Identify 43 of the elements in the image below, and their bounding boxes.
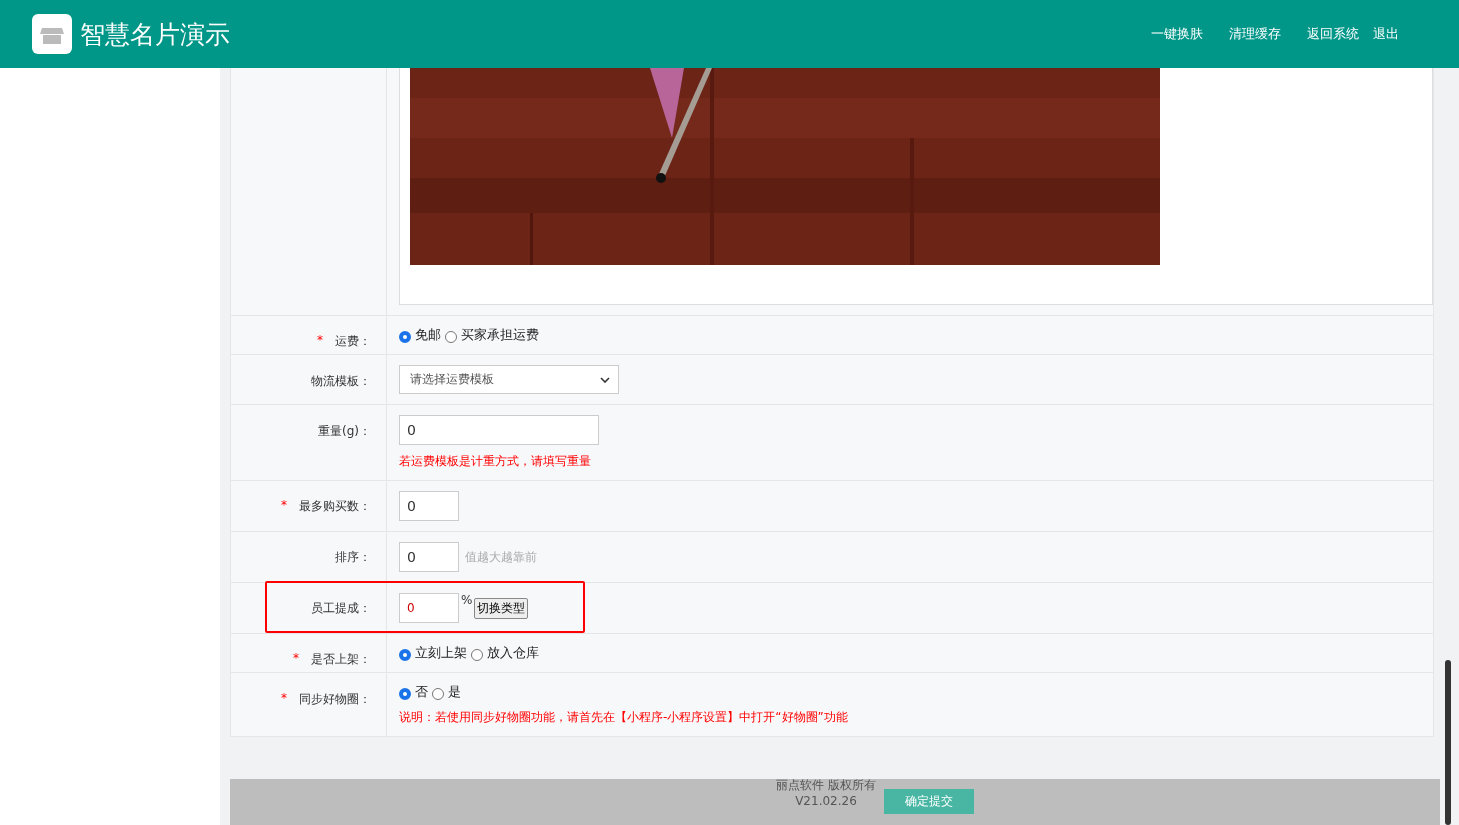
radio-label: 是 [448, 683, 461, 701]
header-link[interactable]: 一键换肤 [1151, 25, 1203, 43]
radio-label: 否 [415, 683, 428, 701]
radio-label: 放入仓库 [487, 644, 539, 662]
field-label: 运费： [335, 333, 371, 350]
input-field[interactable]: 0 [399, 542, 459, 572]
field-label: 同步好物圈： [299, 691, 371, 708]
switch-type-button[interactable]: 切换类型 [474, 597, 529, 619]
chevron-down-icon [600, 376, 610, 383]
radio-button[interactable] [471, 649, 483, 661]
field-label: 重量(g)： [318, 423, 371, 440]
field-label: 员工提成： [311, 600, 371, 617]
logo-icon [32, 14, 72, 54]
field-label: 是否上架： [311, 651, 371, 668]
radio-button[interactable] [399, 688, 411, 700]
copyright-text: 丽点软件 版权所有 [776, 777, 876, 794]
required-mark: * [293, 651, 299, 667]
radio-label: 免邮 [415, 326, 441, 344]
radio-button[interactable] [432, 688, 444, 700]
radio-button[interactable] [445, 331, 457, 343]
required-mark: * [281, 498, 287, 514]
radio-label: 立刻上架 [415, 644, 467, 662]
input-field[interactable]: 0 [399, 491, 459, 521]
input-field[interactable]: 0 [399, 415, 599, 445]
field-note: 若运费模板是计重方式，请填写重量 [399, 453, 592, 470]
radio-button[interactable] [399, 331, 411, 343]
unit-label: % [461, 593, 473, 607]
field-note: 说明：若使用同步好物圈功能，请首先在【小程序-小程序设置】中打开“好物圈”功能 [399, 709, 849, 726]
field-label: 物流模板： [311, 373, 371, 390]
radio-label: 买家承担运费 [461, 326, 539, 344]
field-label: 排序： [335, 549, 371, 566]
input-field[interactable]: 0 [399, 593, 459, 623]
required-mark: * [317, 333, 323, 349]
header-link[interactable]: 清理缓存 [1229, 25, 1281, 43]
select-field[interactable]: 请选择运费模板 [399, 365, 619, 394]
field-label: 最多购买数： [299, 498, 371, 515]
header-link[interactable]: 退出 [1373, 25, 1399, 43]
version-text: V21.02.26 [795, 794, 857, 808]
radio-button[interactable] [399, 649, 411, 661]
header-link[interactable]: 返回系统 [1307, 25, 1359, 43]
app-title: 智慧名片演示 [80, 18, 231, 51]
field-hint: 值越大越靠前 [465, 548, 537, 566]
required-mark: * [281, 691, 287, 707]
